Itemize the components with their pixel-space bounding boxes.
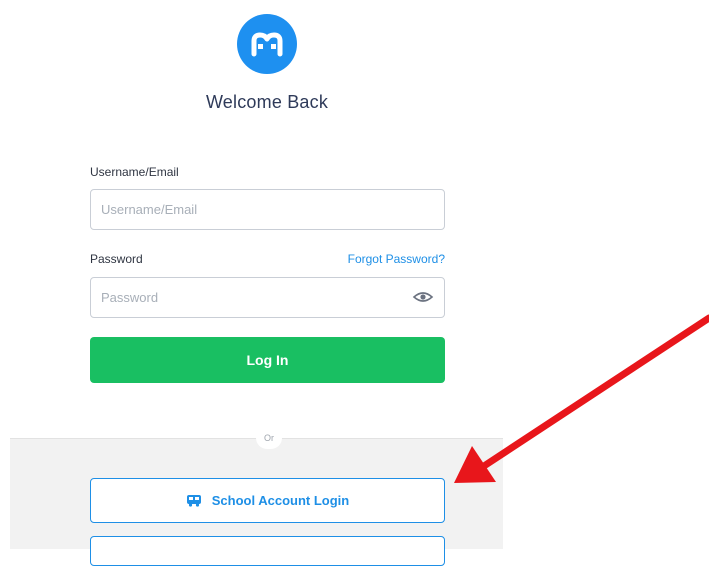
login-button[interactable]: Log In	[90, 337, 445, 383]
m-logo-icon	[251, 32, 283, 57]
brand-logo	[237, 14, 297, 74]
bus-icon	[186, 494, 202, 507]
password-input[interactable]	[90, 277, 445, 318]
school-account-login-label: School Account Login	[211, 493, 350, 508]
school-account-login-button[interactable]: School Account Login	[90, 478, 445, 523]
page-title: Welcome Back	[205, 92, 329, 112]
eye-icon[interactable]	[412, 290, 434, 304]
password-label: Password	[90, 252, 143, 266]
secondary-login-button[interactable]	[90, 536, 445, 566]
forgot-password-link[interactable]: Forgot Password?	[348, 252, 445, 266]
username-label: Username/Email	[90, 165, 179, 179]
username-input[interactable]	[90, 189, 445, 230]
or-divider: Or	[256, 427, 282, 449]
